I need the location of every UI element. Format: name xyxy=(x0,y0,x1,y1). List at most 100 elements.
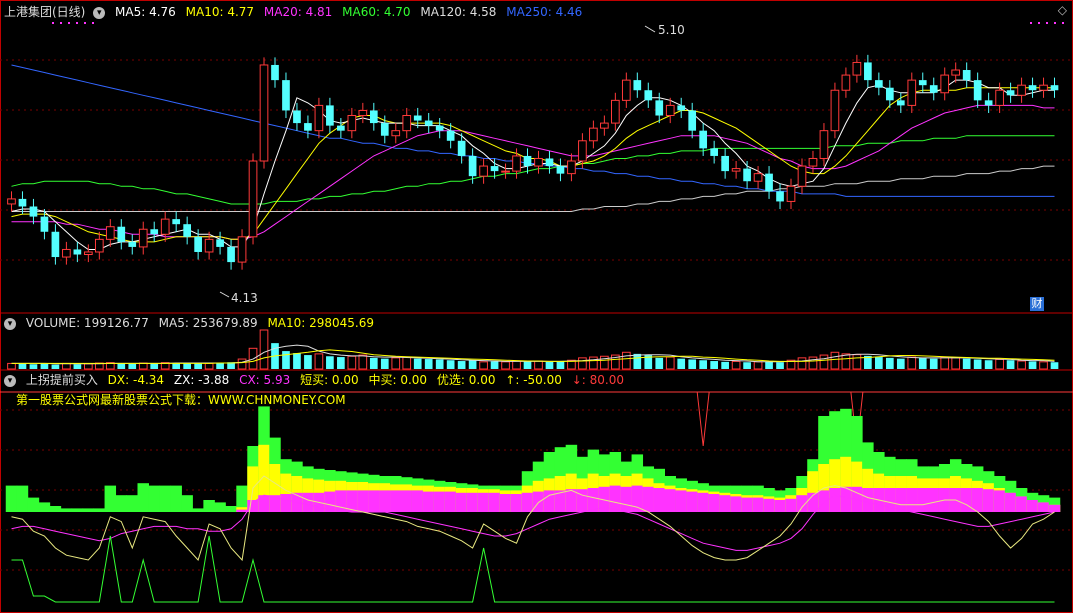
candle-body xyxy=(259,64,269,162)
candle-body xyxy=(326,105,334,126)
candle-body xyxy=(918,80,927,86)
candle-body xyxy=(402,115,412,132)
candle-body xyxy=(1028,85,1037,91)
up-label: ↑: -50.00 xyxy=(505,373,562,387)
marker-dot xyxy=(76,22,78,24)
candle-body xyxy=(1017,84,1026,96)
collapse-toggle-icon[interactable]: ▾ xyxy=(93,6,106,19)
volume-bar xyxy=(117,363,126,369)
indicator-green-bar xyxy=(192,508,204,512)
zx-label: ZX: -3.88 xyxy=(173,373,230,387)
collapse-toggle-icon[interactable]: ▾ xyxy=(4,317,16,330)
watermark-text: 第一股票公式网最新股票公式下载：WWW.CHNMONEY.COM xyxy=(16,393,346,407)
volume-bar xyxy=(435,359,444,369)
finance-badge[interactable]: 财 xyxy=(1030,297,1044,311)
indicator-magenta-bar xyxy=(1048,504,1061,512)
candle-body xyxy=(523,155,532,167)
volume-bar xyxy=(380,358,389,369)
collapse-toggle-icon[interactable]: ▾ xyxy=(4,374,16,387)
indicator-magenta-bar xyxy=(379,490,391,512)
indicator-magenta-bar xyxy=(1037,502,1050,512)
volume-bar xyxy=(962,358,971,369)
candle-body xyxy=(237,236,247,263)
indicator-magenta-bar xyxy=(411,490,424,512)
candle-body xyxy=(797,165,807,187)
candle-body xyxy=(172,219,181,225)
indicator-magenta-bar xyxy=(433,491,446,512)
indicator-magenta-bar xyxy=(829,488,841,512)
volume-bar xyxy=(534,360,543,370)
candle-body xyxy=(413,115,422,121)
volume-bar xyxy=(973,359,982,369)
volume-bar xyxy=(326,356,334,369)
indicator-green-bar xyxy=(104,485,117,512)
indicator-magenta-bar xyxy=(488,492,501,512)
indicator-magenta-bar xyxy=(521,492,534,512)
ma20-label: MA20: 4.81 xyxy=(263,5,333,19)
volume-bar xyxy=(479,361,488,370)
candle-body xyxy=(984,100,993,106)
indicator-green-bar xyxy=(137,483,149,512)
candle-body xyxy=(808,157,818,167)
candle-body xyxy=(204,238,214,253)
candle-body xyxy=(929,85,938,93)
indicator-magenta-bar xyxy=(455,492,468,512)
candle-body xyxy=(556,166,565,174)
volume-bar xyxy=(347,355,357,370)
candle-body xyxy=(644,90,653,101)
candle-body xyxy=(841,74,851,91)
marker-dot xyxy=(60,22,62,24)
volume-bar xyxy=(940,356,950,370)
marker-dot xyxy=(1030,22,1032,24)
candle-body xyxy=(830,89,840,132)
candle-body xyxy=(194,236,202,252)
indicator-green-bar xyxy=(38,502,51,512)
volume-bar xyxy=(995,358,1004,370)
marker-dot xyxy=(1062,22,1064,24)
volume-bar xyxy=(468,360,477,369)
indicator-magenta-bar xyxy=(763,498,775,512)
volume-bar xyxy=(282,351,290,369)
indicator-magenta-bar xyxy=(664,489,676,512)
candle-body xyxy=(852,61,862,76)
volume-bar xyxy=(721,361,729,369)
indicator-magenta-bar xyxy=(302,492,314,512)
volume-bar xyxy=(7,362,16,370)
indicator-magenta-bar xyxy=(785,498,797,512)
diamond-icon[interactable]: ◇ xyxy=(1058,3,1067,17)
volume-bar xyxy=(512,360,521,370)
indicator-green-bar xyxy=(93,508,106,512)
volume-legend: ▾ VOLUME: 199126.77 MA5: 253679.89 MA10:… xyxy=(2,315,380,331)
volume-bar xyxy=(304,355,312,369)
marker-dot xyxy=(84,22,86,24)
candle-body xyxy=(84,251,93,256)
candle-body xyxy=(534,157,543,167)
candle-body xyxy=(611,99,620,124)
volume-bar xyxy=(918,357,927,369)
indicator-magenta-bar xyxy=(466,492,479,512)
candle-body xyxy=(105,226,115,240)
candle-body xyxy=(512,155,521,172)
indicator-magenta-bar xyxy=(675,490,687,512)
preferred-label: 优选: 0.00 xyxy=(436,373,496,387)
volume-bar xyxy=(896,358,905,369)
volume-bar xyxy=(237,358,247,370)
indicator-spike xyxy=(696,391,710,447)
candle-body xyxy=(424,120,433,126)
candle-body xyxy=(293,110,301,124)
indicator-green-bar xyxy=(16,485,29,512)
volume-bar xyxy=(1017,360,1026,370)
indicator-green-bar xyxy=(203,500,215,512)
volume-bar xyxy=(501,361,510,370)
indicator-magenta-bar xyxy=(686,491,698,512)
volume-bar xyxy=(665,356,675,370)
indicator-green-bar xyxy=(159,485,171,512)
candle-body xyxy=(271,64,279,81)
ma60-line xyxy=(11,135,1055,205)
volume-bar xyxy=(907,356,917,370)
candle-body xyxy=(896,100,905,106)
candle-body xyxy=(337,125,345,131)
candle-body xyxy=(710,148,718,156)
indicator-magenta-bar xyxy=(708,494,720,512)
volume-bar xyxy=(984,360,993,369)
